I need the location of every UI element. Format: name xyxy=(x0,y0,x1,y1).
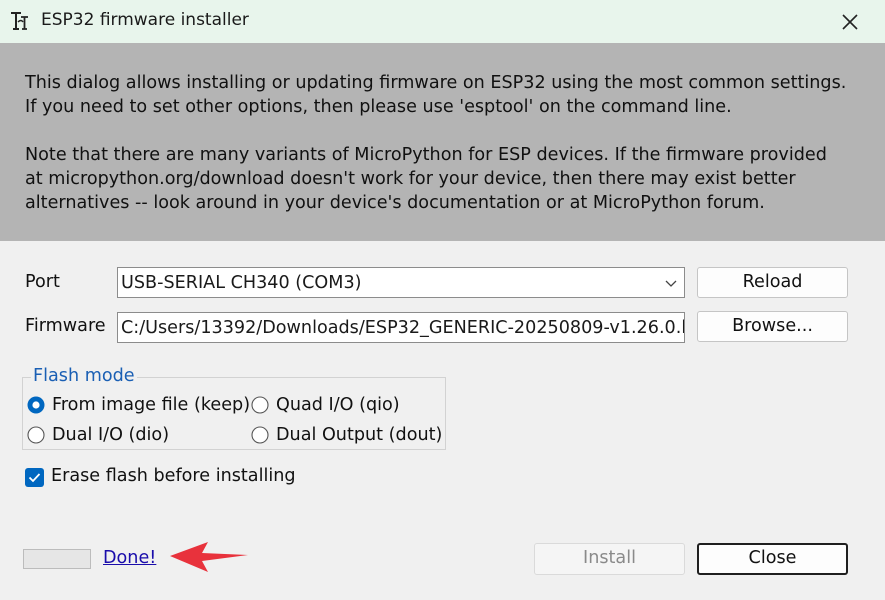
title-bar: ESP32 firmware installer xyxy=(0,0,885,43)
reload-button[interactable]: Reload xyxy=(697,267,848,298)
window-title: ESP32 firmware installer xyxy=(41,10,249,30)
flash-mode-legend: Flash mode xyxy=(31,366,137,386)
info-text-line: at micropython.org/download doesn't work… xyxy=(25,169,796,189)
info-text-line: If you need to set other options, then p… xyxy=(25,97,732,117)
install-button[interactable]: Install xyxy=(534,543,685,575)
progress-bar xyxy=(23,549,91,569)
radio-label-qio[interactable]: Quad I/O (qio) xyxy=(276,395,400,415)
info-text-line: alternatives -- look around in your devi… xyxy=(25,193,765,213)
firmware-path-field[interactable]: C:/Users/13392/Downloads/ESP32_GENERIC-2… xyxy=(117,312,685,343)
port-combobox[interactable]: USB-SERIAL CH340 (COM3) xyxy=(117,267,685,298)
radio-selected-icon[interactable] xyxy=(27,396,45,414)
radio-unselected-icon[interactable] xyxy=(251,396,269,414)
info-text-line: This dialog allows installing or updatin… xyxy=(25,73,847,93)
radio-unselected-icon[interactable] xyxy=(251,426,269,444)
info-panel: This dialog allows installing or updatin… xyxy=(0,43,885,241)
firmware-path-value: C:/Users/13392/Downloads/ESP32_GENERIC-2… xyxy=(121,318,685,338)
done-link[interactable]: Done! xyxy=(103,548,156,568)
radio-label-dio[interactable]: Dual I/O (dio) xyxy=(52,425,169,445)
erase-checkbox[interactable] xyxy=(25,468,44,487)
info-text-line: Note that there are many variants of Mic… xyxy=(25,145,827,165)
close-icon[interactable] xyxy=(836,8,864,36)
port-value: USB-SERIAL CH340 (COM3) xyxy=(121,273,362,293)
firmware-label: Firmware xyxy=(25,316,106,336)
chevron-down-icon[interactable] xyxy=(664,276,678,290)
red-arrow-annotation-icon xyxy=(170,542,248,572)
radio-label-dout[interactable]: Dual Output (dout) xyxy=(276,425,442,445)
browse-button[interactable]: Browse... xyxy=(697,311,848,342)
close-button[interactable]: Close xyxy=(697,543,848,575)
radio-unselected-icon[interactable] xyxy=(27,426,45,444)
erase-label[interactable]: Erase flash before installing xyxy=(51,466,296,486)
radio-label-keep[interactable]: From image file (keep) xyxy=(52,395,250,415)
thonny-icon xyxy=(11,12,28,30)
port-label: Port xyxy=(25,272,60,292)
